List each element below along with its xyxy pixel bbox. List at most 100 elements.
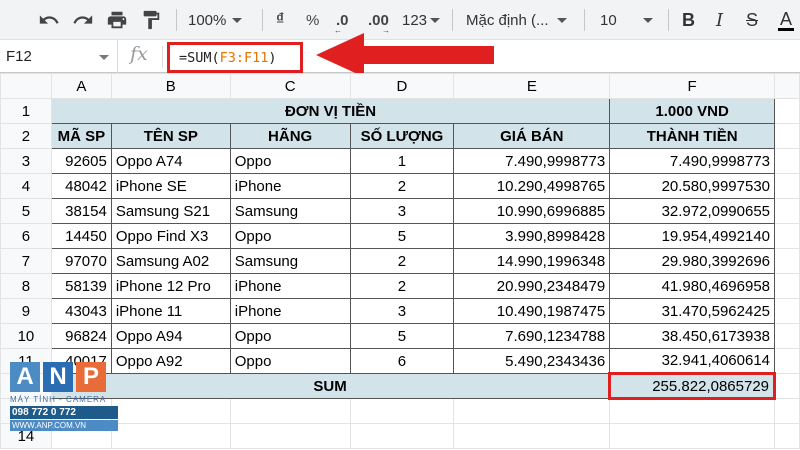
table-cell[interactable]: 41.980,4696958 [609,273,776,299]
zoom-select[interactable]: 100% [188,0,243,40]
table-cell[interactable]: 31.470,5962425 [609,298,776,324]
title-cell[interactable]: ĐƠN VỊ TIỀN [50,98,611,124]
cell[interactable] [774,148,800,174]
cell[interactable] [774,348,800,374]
row-header[interactable]: 3 [0,148,52,174]
row-header[interactable]: 9 [0,298,52,324]
cell[interactable] [774,98,800,124]
cell[interactable] [774,398,800,424]
row-header[interactable]: 5 [0,198,52,224]
table-cell[interactable]: 7.490,9998773 [453,148,611,174]
table-cell[interactable]: 32.972,0990655 [609,198,776,224]
cell[interactable] [349,398,455,424]
table-cell[interactable]: Oppo [229,223,351,249]
cell[interactable] [453,398,611,424]
table-cell[interactable]: 5 [349,223,455,249]
table-cell[interactable]: 3 [349,298,455,324]
cell[interactable] [774,123,800,149]
cell[interactable] [609,423,776,449]
bold-button[interactable]: B [682,0,695,40]
cell[interactable] [774,173,800,199]
table-cell[interactable]: Oppo [229,148,351,174]
table-cell[interactable]: 14450 [50,223,112,249]
table-cell[interactable]: Oppo A92 [110,348,231,374]
table-cell[interactable]: 20.580,9997530 [609,173,776,199]
row-header[interactable]: 6 [0,223,52,249]
name-box[interactable]: F12 [0,40,118,73]
row-header[interactable]: 1 [0,98,52,124]
table-cell[interactable]: 92605 [50,148,112,174]
column-header-g[interactable] [774,73,800,99]
unit-cell[interactable]: 1.000 VND [609,98,776,124]
select-all-corner[interactable] [0,73,52,99]
cell[interactable] [774,198,800,224]
sum-label-cell[interactable]: SUM [50,373,611,399]
table-cell[interactable]: 1 [349,148,455,174]
table-cell[interactable]: 5.490,2343436 [453,348,611,374]
header-cell[interactable]: SỐ LƯỢNG [349,123,455,149]
table-cell[interactable]: 38.450,6173938 [609,323,776,349]
table-cell[interactable]: iPhone 11 [110,298,231,324]
cell[interactable] [110,398,231,424]
table-cell[interactable]: Oppo A94 [110,323,231,349]
table-cell[interactable]: Samsung A02 [110,248,231,274]
sum-value-cell[interactable]: 255.822,0865729 [608,372,777,400]
table-cell[interactable]: iPhone [229,298,351,324]
table-cell[interactable]: Oppo [229,323,351,349]
table-cell[interactable]: 3.990,8998428 [453,223,611,249]
table-cell[interactable]: 43043 [50,298,112,324]
table-cell[interactable]: 7.490,9998773 [609,148,776,174]
table-cell[interactable]: 19.954,4992140 [609,223,776,249]
table-cell[interactable]: iPhone [229,173,351,199]
strikethrough-button[interactable]: S [746,0,758,40]
table-cell[interactable]: Oppo Find X3 [110,223,231,249]
table-cell[interactable]: 97070 [50,248,112,274]
cell[interactable] [110,423,231,449]
column-header-e[interactable]: E [453,73,611,99]
table-cell[interactable]: 10.290,4998765 [453,173,611,199]
table-cell[interactable]: 2 [349,273,455,299]
header-cell[interactable]: GIÁ BÁN [453,123,611,149]
formula-input[interactable]: =SUM(F3:F11) [167,42,303,73]
row-header[interactable]: 2 [0,123,52,149]
italic-button[interactable]: I [716,0,723,40]
table-cell[interactable]: 29.980,3992696 [609,248,776,274]
row-header[interactable]: 10 [0,323,52,349]
table-cell[interactable]: Oppo A74 [110,148,231,174]
table-cell[interactable]: 38154 [50,198,112,224]
cell[interactable] [774,423,800,449]
column-header-d[interactable]: D [349,73,455,99]
column-header-b[interactable]: B [110,73,231,99]
print-button[interactable] [106,0,128,40]
table-cell[interactable]: 32.941,4060614 [609,348,776,374]
text-color-button[interactable]: A [778,0,794,40]
row-header[interactable]: 4 [0,173,52,199]
table-cell[interactable]: 2 [349,173,455,199]
table-cell[interactable]: 96824 [50,323,112,349]
table-cell[interactable]: 58139 [50,273,112,299]
cell[interactable] [774,248,800,274]
table-cell[interactable]: iPhone [229,273,351,299]
header-cell[interactable]: MÃ SP [50,123,112,149]
cell[interactable] [774,273,800,299]
undo-button[interactable] [38,0,60,40]
cell[interactable] [774,298,800,324]
row-header[interactable]: 7 [0,248,52,274]
cell[interactable] [229,423,351,449]
column-header-f[interactable]: F [609,73,776,99]
cell[interactable] [229,398,351,424]
column-header-a[interactable]: A [50,73,112,99]
header-cell[interactable]: HÃNG [229,123,351,149]
table-cell[interactable]: iPhone 12 Pro [110,273,231,299]
header-cell[interactable]: THÀNH TIỀN [609,123,776,149]
cell[interactable] [453,423,611,449]
table-cell[interactable]: iPhone SE [110,173,231,199]
table-cell[interactable]: Samsung [229,198,351,224]
table-cell[interactable]: 7.690,1234788 [453,323,611,349]
table-cell[interactable]: 10.990,6996885 [453,198,611,224]
table-cell[interactable]: 5 [349,323,455,349]
paint-format-button[interactable] [140,0,162,40]
table-cell[interactable]: 3 [349,198,455,224]
cell[interactable] [774,223,800,249]
currency-format-button[interactable]: ₫ [276,0,284,40]
